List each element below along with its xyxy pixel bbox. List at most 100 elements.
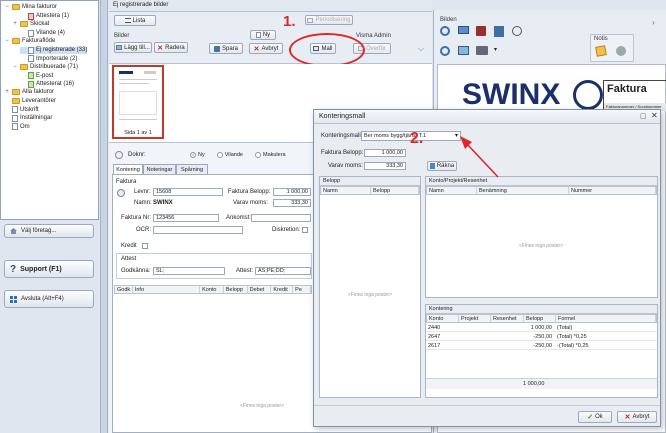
expand-toggle-icon[interactable]: − [12, 64, 18, 70]
lista-label: Lista [132, 17, 146, 24]
sidebar-item[interactable]: + Skickat [12, 21, 49, 27]
sidebar-item[interactable]: Importerade (2) [20, 55, 77, 62]
modal-varav-moms-field[interactable]: 333,30 [364, 162, 406, 170]
tab-kontering-label: Kontering [116, 166, 140, 173]
rotate-icon[interactable] [476, 26, 486, 36]
attest-group [116, 253, 312, 279]
page-thumbnail[interactable]: Sida 1 av 1 [112, 65, 164, 139]
status-radio-group: Ny Vilande Makulera [190, 150, 314, 160]
namn-value: SWINX [153, 200, 173, 206]
radio-vilande[interactable]: Vilande [216, 152, 243, 158]
varav-moms-field[interactable]: 333,30 [273, 199, 311, 207]
sidebar-item[interactable]: Attesterat (16) [20, 80, 74, 88]
spara-button[interactable]: Spara [209, 43, 243, 54]
valj-foretag-button[interactable]: Välj företag... [4, 224, 94, 238]
levnr-field[interactable]: 15608 [153, 188, 223, 196]
avbryt-button[interactable]: ✕ Avbryt [249, 43, 283, 54]
periodisering-label: Periodisering [315, 17, 351, 23]
expand-ribbon-icon[interactable]: ⌵ [418, 44, 424, 54]
faktura-belopp-value: 1 000,00 [286, 189, 308, 195]
modal-avbryt-button[interactable]: ✕ Avbryt [617, 411, 657, 423]
dialog-title: Konteringsmall [319, 113, 366, 120]
kredit-checkbox[interactable] [142, 243, 148, 249]
godkanna-field[interactable]: SL; [153, 267, 225, 275]
folder-icon [12, 4, 20, 10]
faktura-nr-field[interactable]: 123456 [153, 214, 219, 222]
tab-sparning[interactable]: Spårning [176, 164, 208, 174]
expand-toggle-icon[interactable]: + [4, 89, 10, 95]
collapse-icon[interactable] [115, 151, 123, 159]
radio-ny[interactable]: Ny [190, 152, 205, 158]
sidebar-item[interactable]: Om [4, 123, 30, 130]
radera-button[interactable]: ✕ Radera [154, 42, 188, 53]
note-icon[interactable] [595, 45, 607, 57]
invoice-logo: SWINX [462, 78, 561, 111]
avsluta-button[interactable]: Avsluta (Alt+F4) [4, 290, 94, 308]
expand-toggle-icon[interactable]: + [12, 21, 18, 27]
sidebar-item[interactable]: E-post [20, 72, 53, 79]
annotation-ellipse [289, 33, 365, 67]
bilden-group-title: Bilden [440, 17, 457, 23]
col-info: Info [133, 286, 201, 293]
fit-page-icon[interactable] [494, 26, 504, 37]
kontering-row[interactable]: 2647 -250,00 (Total) *0,25 [426, 333, 657, 341]
belopp-panel: Belopp Namn Belopp <Finns inga poster> [319, 176, 421, 398]
sidebar-item[interactable]: Inställningar [4, 114, 52, 122]
zoom-out-icon[interactable] [440, 45, 450, 56]
modal-faktura-belopp-field[interactable]: 1 000,00 [364, 149, 406, 157]
zoom-100-icon[interactable] [512, 26, 522, 36]
sidebar-item[interactable]: − Fakturaflöde [4, 38, 55, 44]
scroll-right-icon[interactable]: › [652, 18, 655, 27]
sidebar-item-label: Importerade (2) [36, 55, 78, 62]
document-icon [28, 29, 34, 37]
varav-moms-value: 333,30 [291, 200, 308, 206]
faktura-belopp-field[interactable]: 1 000,00 [273, 188, 311, 196]
diskretion-checkbox[interactable] [302, 227, 308, 233]
splitter[interactable] [100, 0, 108, 433]
print-icon[interactable] [476, 45, 488, 55]
note-settings-icon[interactable] [616, 46, 626, 56]
sidebar-item[interactable]: + Alla fakturor [4, 89, 54, 95]
monitor-icon[interactable] [458, 26, 469, 34]
lista-button[interactable]: Lista [114, 15, 156, 26]
visma-admin-group-title: Visma Admin [356, 33, 391, 39]
doknr-label: Doknr: [128, 152, 146, 158]
sidebar-item[interactable]: Attestera (1) [20, 12, 69, 20]
kontering-cell [458, 324, 490, 331]
godkanna-label: Godkänna: [121, 268, 151, 274]
expand-toggle-icon[interactable]: − [4, 4, 10, 10]
kontering-cell: 2647 [428, 334, 441, 340]
save-icon [213, 45, 220, 52]
ny-button[interactable]: Ny [250, 30, 276, 40]
ocr-field[interactable] [153, 226, 243, 234]
periodisering-button[interactable]: Periodisering [305, 15, 353, 25]
ankomst-field[interactable] [251, 214, 311, 222]
kontering-row[interactable]: 2617 -250,00 -(Total) *0,25 [426, 342, 657, 350]
sidebar-item[interactable]: Leverantörer [4, 97, 56, 104]
document-icon [12, 114, 18, 122]
new-doc-icon [255, 32, 261, 38]
attest-field[interactable]: AS;PE;DD; [255, 267, 311, 275]
expand-toggle-icon[interactable]: − [4, 38, 10, 44]
image-add-icon [116, 45, 123, 50]
annotation-number-1: 1. [283, 13, 296, 30]
tab-noteringar[interactable]: Noteringar [143, 164, 176, 174]
kontering-row[interactable]: 2440 1 000,00 (Total) [426, 324, 657, 332]
radio-makulera[interactable]: Makulera [254, 152, 286, 158]
sidebar-item[interactable]: Vilande (4) [20, 29, 65, 37]
sidebar-item[interactable]: Ej registrerade (33) [20, 46, 88, 54]
close-icon[interactable]: ✕ [651, 111, 658, 120]
sidebar-item[interactable]: − Mina fakturor [4, 4, 57, 10]
tab-kontering[interactable]: Kontering [113, 164, 143, 174]
kontering-cell: -250,00 [533, 343, 552, 349]
zoom-in-icon[interactable] [440, 26, 450, 36]
print-dropdown-icon[interactable]: ▾ [494, 46, 506, 61]
vendor-lookup-icon[interactable] [117, 189, 125, 197]
lagg-till-button[interactable]: Lägg till... [114, 42, 152, 53]
sidebar-item[interactable]: Utskrift [4, 106, 39, 113]
picture-icon[interactable] [458, 45, 469, 55]
sidebar-item[interactable]: − Distribuerade (71) [12, 63, 78, 70]
support-button[interactable]: ? Support (F1) [4, 260, 94, 278]
restore-icon[interactable]: ▢ [640, 112, 647, 120]
ok-button[interactable]: ✓ Ok [578, 411, 612, 423]
